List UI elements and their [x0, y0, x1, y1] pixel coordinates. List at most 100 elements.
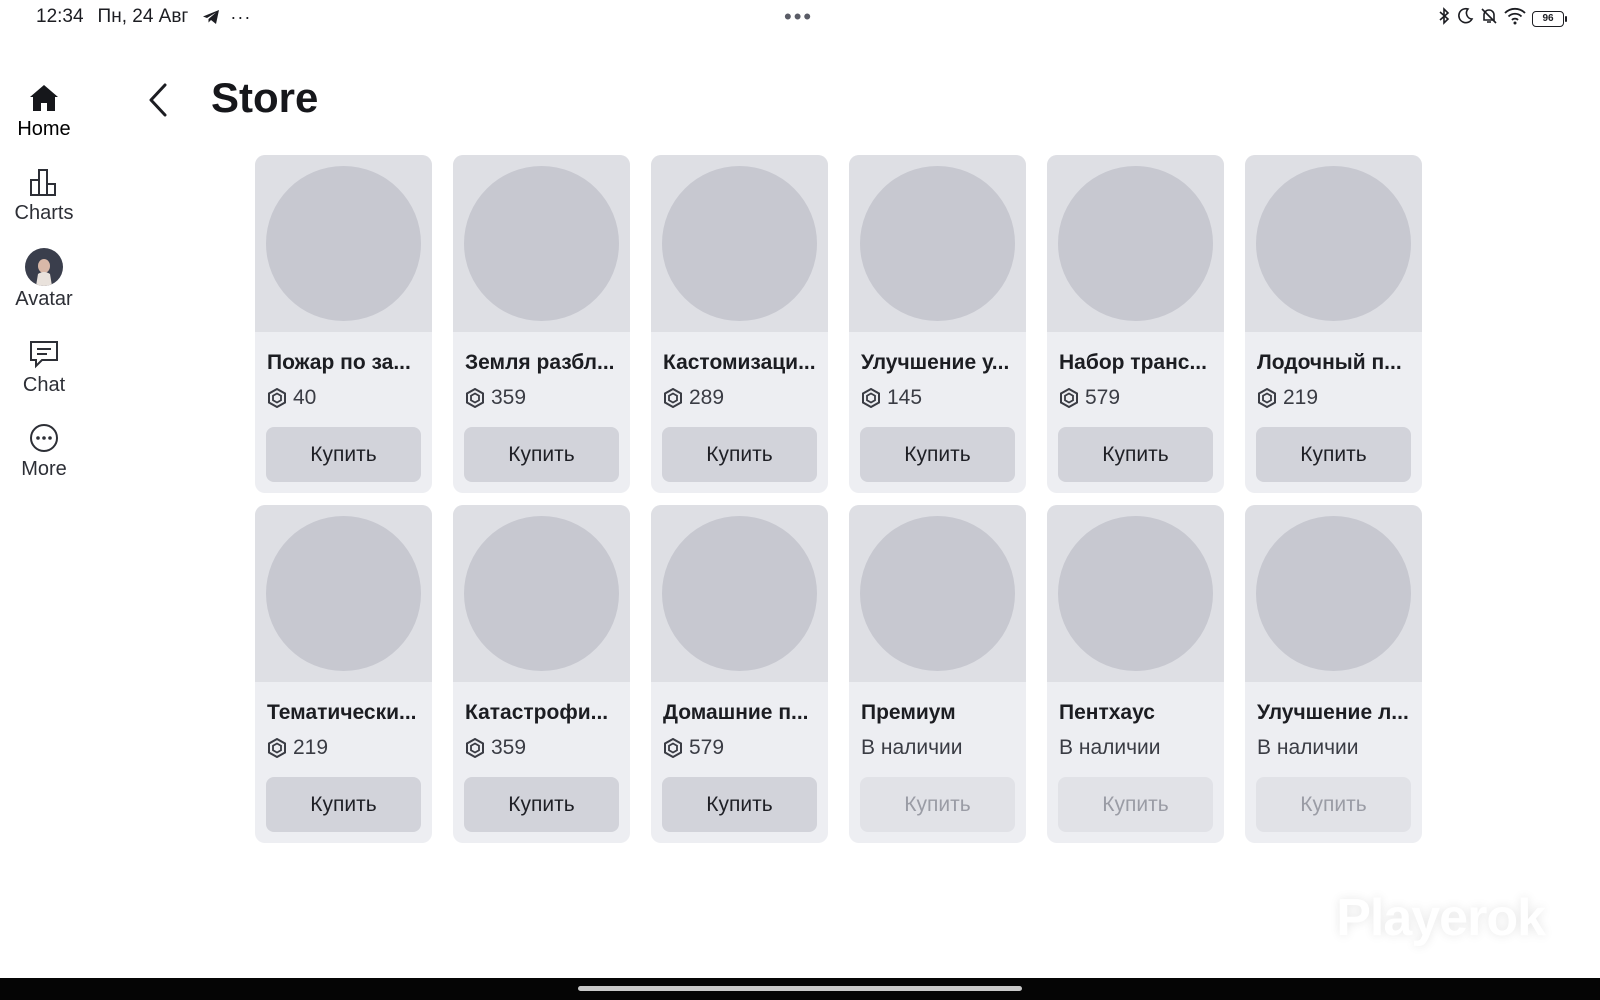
item-price: 40	[293, 386, 317, 409]
nav-more-label: More	[21, 458, 67, 480]
price-row: 219	[267, 736, 328, 760]
price-row: 359	[465, 736, 526, 760]
item-price: 219	[1283, 386, 1319, 409]
availability-row: В наличии	[861, 736, 963, 760]
item-name: Пожар по за...	[267, 351, 411, 374]
buy-button[interactable]: Купить	[266, 427, 421, 482]
price-row: 579	[663, 736, 724, 760]
buy-button[interactable]: Купить	[662, 777, 817, 832]
status-more: ···	[230, 6, 252, 27]
home-indicator[interactable]	[578, 986, 1022, 991]
buy-button[interactable]: Купить	[266, 777, 421, 832]
item-image-placeholder	[266, 166, 421, 321]
sidebar: Home Charts Avatar Chat More	[0, 80, 88, 504]
robux-icon	[663, 738, 683, 758]
telegram-icon	[202, 9, 220, 25]
buy-button[interactable]: Купить	[1058, 777, 1213, 832]
item-name: Премиум	[861, 701, 956, 724]
store-item-card[interactable]: Пентхаус В наличии Купить	[1047, 505, 1224, 843]
status-right: 96	[1438, 7, 1567, 30]
item-image-placeholder	[1256, 166, 1411, 321]
page-title: Store	[211, 74, 319, 121]
item-thumbnail	[1047, 155, 1224, 332]
nav-avatar[interactable]: Avatar	[0, 248, 88, 336]
store-item-card[interactable]: Катастрофи... 359 Купить	[453, 505, 630, 843]
item-name: Земля разбл...	[465, 351, 615, 374]
item-thumbnail	[849, 155, 1026, 332]
watermark: Playerok	[1336, 889, 1546, 947]
robux-icon	[465, 738, 485, 758]
chat-icon	[24, 336, 64, 372]
item-price: 289	[689, 386, 725, 409]
robux-icon	[861, 388, 881, 408]
status-left: 12:34 Пн, 24 Авг ···	[36, 6, 251, 28]
buy-button[interactable]: Купить	[1058, 427, 1213, 482]
store-item-card[interactable]: Улучшение л... В наличии Купить	[1245, 505, 1422, 843]
buy-button[interactable]: Купить	[464, 427, 619, 482]
robux-icon	[465, 388, 485, 408]
home-icon	[24, 80, 64, 116]
price-row: 579	[1059, 386, 1120, 410]
item-image-placeholder	[1256, 516, 1411, 671]
buy-button[interactable]: Купить	[1256, 427, 1411, 482]
store-item-card[interactable]: Набор транс... 579 Купить	[1047, 155, 1224, 493]
item-image-placeholder	[1058, 516, 1213, 671]
item-price: 579	[689, 736, 725, 759]
buy-button[interactable]: Купить	[860, 427, 1015, 482]
store-item-card[interactable]: Пожар по за... 40 Купить	[255, 155, 432, 493]
price-row: 359	[465, 386, 526, 410]
item-name: Улучшение у...	[861, 351, 1010, 374]
item-name: Катастрофи...	[465, 701, 609, 724]
nav-home-label: Home	[17, 118, 71, 140]
robux-icon	[663, 388, 683, 408]
item-price: 579	[1085, 386, 1121, 409]
store-grid: Пожар по за... 40 Купить Земля разбл... 359 К…	[255, 155, 1422, 843]
item-image-placeholder	[662, 166, 817, 321]
store-item-card[interactable]: Тематически... 219 Купить	[255, 505, 432, 843]
item-image-placeholder	[860, 166, 1015, 321]
item-thumbnail	[453, 155, 630, 332]
nav-chat-label: Chat	[22, 374, 66, 396]
item-image-placeholder	[464, 166, 619, 321]
item-name: Пентхаус	[1059, 701, 1155, 724]
nav-more[interactable]: More	[0, 420, 88, 504]
store-item-card[interactable]: Кастомизаци... 289 Купить	[651, 155, 828, 493]
item-name: Домашние п...	[663, 701, 809, 724]
store-item-card[interactable]: Премиум В наличии Купить	[849, 505, 1026, 843]
status-bar: 12:34 Пн, 24 Авг ··· ••• 96	[0, 0, 1600, 34]
buy-button[interactable]: Купить	[464, 777, 619, 832]
window-menu-dots[interactable]: •••	[784, 4, 813, 30]
buy-button[interactable]: Купить	[662, 427, 817, 482]
robux-icon	[267, 388, 287, 408]
item-name: Тематически...	[267, 701, 417, 724]
item-status: В наличии	[1257, 736, 1359, 759]
robux-icon	[267, 738, 287, 758]
wifi-icon	[1504, 7, 1526, 30]
buy-button[interactable]: Купить	[860, 777, 1015, 832]
nav-charts[interactable]: Charts	[0, 164, 88, 248]
price-row: 145	[861, 386, 922, 410]
store-item-card[interactable]: Домашние п... 579 Купить	[651, 505, 828, 843]
item-status: В наличии	[861, 736, 963, 759]
item-image-placeholder	[1058, 166, 1213, 321]
nav-charts-label: Charts	[14, 202, 74, 224]
store-item-card[interactable]: Лодочный п... 219 Купить	[1245, 155, 1422, 493]
availability-row: В наличии	[1059, 736, 1161, 760]
buy-button[interactable]: Купить	[1256, 777, 1411, 832]
item-thumbnail	[1245, 155, 1422, 332]
status-date: Пн, 24 Авг	[97, 6, 189, 27]
nav-chat[interactable]: Chat	[0, 336, 88, 420]
store-item-card[interactable]: Улучшение у... 145 Купить	[849, 155, 1026, 493]
item-name: Кастомизаци...	[663, 351, 816, 374]
battery-icon: 96	[1532, 10, 1567, 27]
chevron-left-icon	[149, 83, 167, 117]
item-thumbnail	[1047, 505, 1224, 682]
item-thumbnail	[255, 505, 432, 682]
item-name: Набор транс...	[1059, 351, 1207, 374]
item-thumbnail	[453, 505, 630, 682]
back-button[interactable]	[138, 80, 178, 120]
item-thumbnail	[651, 155, 828, 332]
nav-home[interactable]: Home	[0, 80, 88, 164]
item-thumbnail	[255, 155, 432, 332]
store-item-card[interactable]: Земля разбл... 359 Купить	[453, 155, 630, 493]
